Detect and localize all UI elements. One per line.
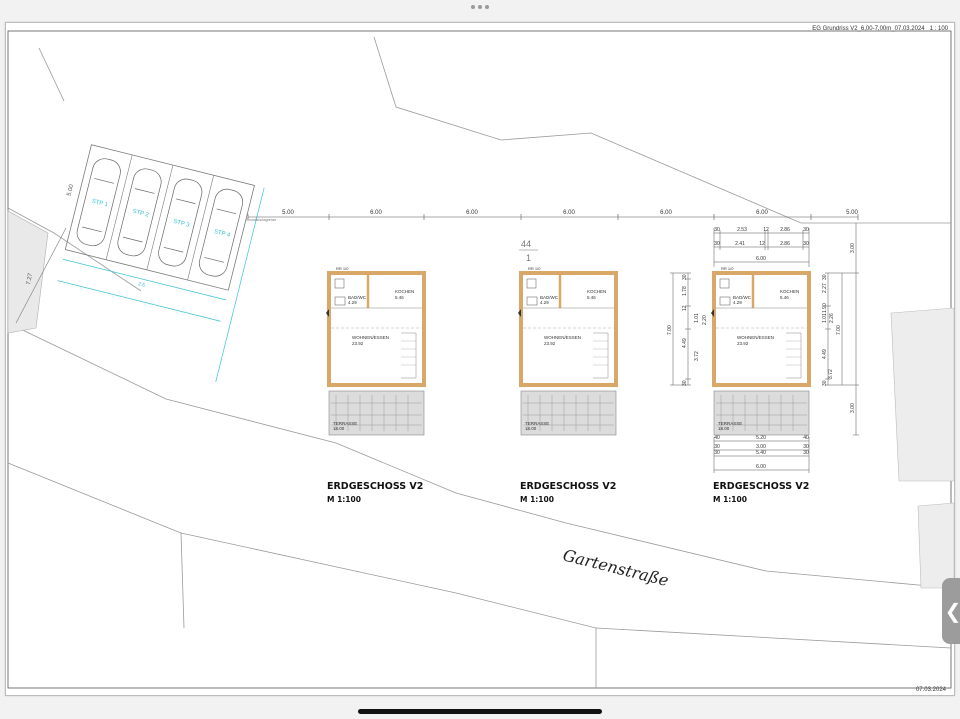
p3-dim-b1-1: 40 — [714, 435, 720, 441]
p3-dim-r-5: 4.49 — [822, 349, 828, 359]
p3-dim-l-1: 30 — [682, 274, 688, 280]
bad-area-1: 4.29 — [348, 300, 357, 305]
stamp-bottom: 1 — [526, 253, 531, 263]
p3-dim-r2-3: 12 — [759, 241, 765, 247]
p3-dim-r-4: 2.26 — [829, 313, 835, 323]
parking-label-4: STP 4 — [213, 229, 231, 239]
room-tag-3: RR 1/0 — [721, 266, 734, 271]
top-dim-3: 6.00 — [466, 210, 478, 216]
drawing-sheet: EG Grundriss V2_6,00-7,00m_07.03.2024 1 … — [5, 22, 955, 696]
p3-dim-b3-2: 5.40 — [756, 450, 766, 456]
neighbour-left — [7, 210, 49, 334]
plan-2-title: ERDGESCHOSS V2 — [520, 481, 616, 492]
wohnen-label-1: WOHNEN/ESSEN — [352, 335, 389, 340]
p3-dim-outer-bottom: 3.00 — [850, 403, 856, 413]
room-tag-2: RR 1/0 — [528, 266, 541, 271]
wohnen-label-2: WOHNEN/ESSEN — [544, 335, 581, 340]
parking-label-2: STP 2 — [132, 209, 150, 219]
top-dim-5: 6.00 — [660, 210, 672, 216]
plan-2-scale: M 1:100 — [520, 495, 554, 504]
p3-dim-r2-2: 2.41 — [735, 241, 745, 247]
p3-dim-l-5: 2.20 — [702, 315, 708, 325]
floor-plan-1: RR 1/0 BAD/WC 4.29 KOCHEN 5.46 WOHNEN/ES… — [326, 266, 426, 504]
chevron-left-icon: ❮ — [944, 599, 960, 623]
p3-dim-r-1: 2.27 — [822, 283, 828, 293]
p3-dim-r1-5: 30 — [803, 227, 809, 233]
p3-dim-b1-2: 5.20 — [756, 435, 766, 441]
parking-label-3: STP 3 — [172, 219, 190, 229]
room-tag-1: RR 1/0 — [336, 266, 349, 271]
bad-area-2: 4.29 — [540, 300, 549, 305]
terrasse-area-3: 18.00 — [718, 426, 730, 431]
p3-dim-r-8: 30 — [822, 380, 828, 386]
p3-dim-r1-3: 12 — [763, 227, 769, 233]
p3-dim-l-8: 30 — [682, 380, 688, 386]
kochen-area-3: 5.46 — [780, 295, 789, 300]
p3-dim-r1-4: 2.86 — [780, 227, 790, 233]
p3-dim-outer-top: 3.00 — [850, 243, 856, 253]
p3-dim-left-total: 7.00 — [667, 325, 673, 335]
wohnen-area-3: 23.92 — [737, 341, 749, 346]
side-panel-tab[interactable]: ❮ — [942, 578, 960, 644]
parking-width-dim: 2.5 — [137, 281, 145, 289]
p3-dim-l-2: 1.78 — [682, 286, 688, 296]
top-dim-2: 6.00 — [370, 210, 382, 216]
plan-1-scale: M 1:100 — [327, 495, 361, 504]
kochen-label-2: KOCHEN — [587, 289, 606, 294]
parking-depth-dim: 5.00 — [66, 183, 75, 196]
p3-dim-r2-1: 30 — [714, 241, 720, 247]
wohnen-area-1: 23.92 — [352, 341, 364, 346]
home-indicator — [358, 709, 602, 714]
p3-dim-l-7: 3.72 — [694, 351, 700, 361]
plan-1-title: ERDGESCHOSS V2 — [327, 481, 423, 492]
kochen-area-1: 5.46 — [395, 295, 404, 300]
p3-dim-r-3: 1.01 — [822, 313, 828, 323]
p3-dim-l-6: 4.49 — [682, 338, 688, 348]
p3-dim-r2-5: 30 — [803, 241, 809, 247]
p3-dim-r-2: 1.90 — [822, 303, 828, 313]
top-dim-7: 5.00 — [846, 210, 858, 216]
drag-handle-icon[interactable] — [471, 5, 489, 9]
p3-dim-r1-2: 2.53 — [737, 227, 747, 233]
terrasse-area-2: 18.00 — [525, 426, 537, 431]
terrasse-area-1: 18.00 — [333, 426, 345, 431]
parking-label-1: STP 1 — [91, 199, 109, 209]
p3-dim-l-4: 1.01 — [694, 313, 700, 323]
p3-dim-b3-3: 30 — [803, 450, 809, 456]
p3-dim-right-total: 7.00 — [836, 325, 842, 335]
kochen-label-1: KOCHEN — [395, 289, 414, 294]
kochen-area-2: 5.46 — [587, 295, 596, 300]
wohnen-label-3: WOHNEN/ESSEN — [737, 335, 774, 340]
top-dim-4: 6.00 — [563, 210, 575, 216]
top-dim-1: 5.00 — [282, 210, 294, 216]
p3-dim-r2-4: 2.86 — [780, 241, 790, 247]
street-name: Gartenstraße — [561, 545, 671, 590]
p3-dim-r-6: 3.72 — [828, 369, 834, 379]
site-plan: STP 1 STP 2 STP 3 STP 4 5.00 2.5 7.27 Gr… — [7, 30, 954, 689]
kochen-label-3: KOCHEN — [780, 289, 799, 294]
floor-plan-3: RR 1/0 BAD/WC 4.29 KOCHEN 5.46 WOHNEN/ES… — [667, 223, 859, 504]
p3-dim-b1-3: 40 — [803, 435, 809, 441]
p3-dim-overall: 6.00 — [756, 256, 766, 262]
neighbour-right-2 — [917, 502, 954, 589]
wohnen-area-2: 23.92 — [544, 341, 556, 346]
floor-plan-2: 44 1 RR 1/0 BAD/WC 4.29 KOCHEN 5.46 WOHN… — [518, 239, 618, 504]
p3-dim-bottom-overall: 6.00 — [756, 464, 766, 470]
p3-dim-b3-1: 30 — [714, 450, 720, 456]
p3-dim-l-3: 12 — [682, 305, 688, 311]
plan-3-title: ERDGESCHOSS V2 — [713, 481, 809, 492]
p3-dim-r1-1: 30 — [714, 227, 720, 233]
bad-area-3: 4.29 — [733, 300, 742, 305]
boundary-label: Grundstücksgrenze — [246, 218, 276, 222]
neighbour-right-1 — [890, 307, 954, 482]
p3-dim-r-7: 30 — [822, 274, 828, 280]
stamp-top: 44 — [521, 239, 531, 249]
top-dim-6: 6.00 — [756, 210, 768, 216]
plan-3-scale: M 1:100 — [713, 495, 747, 504]
